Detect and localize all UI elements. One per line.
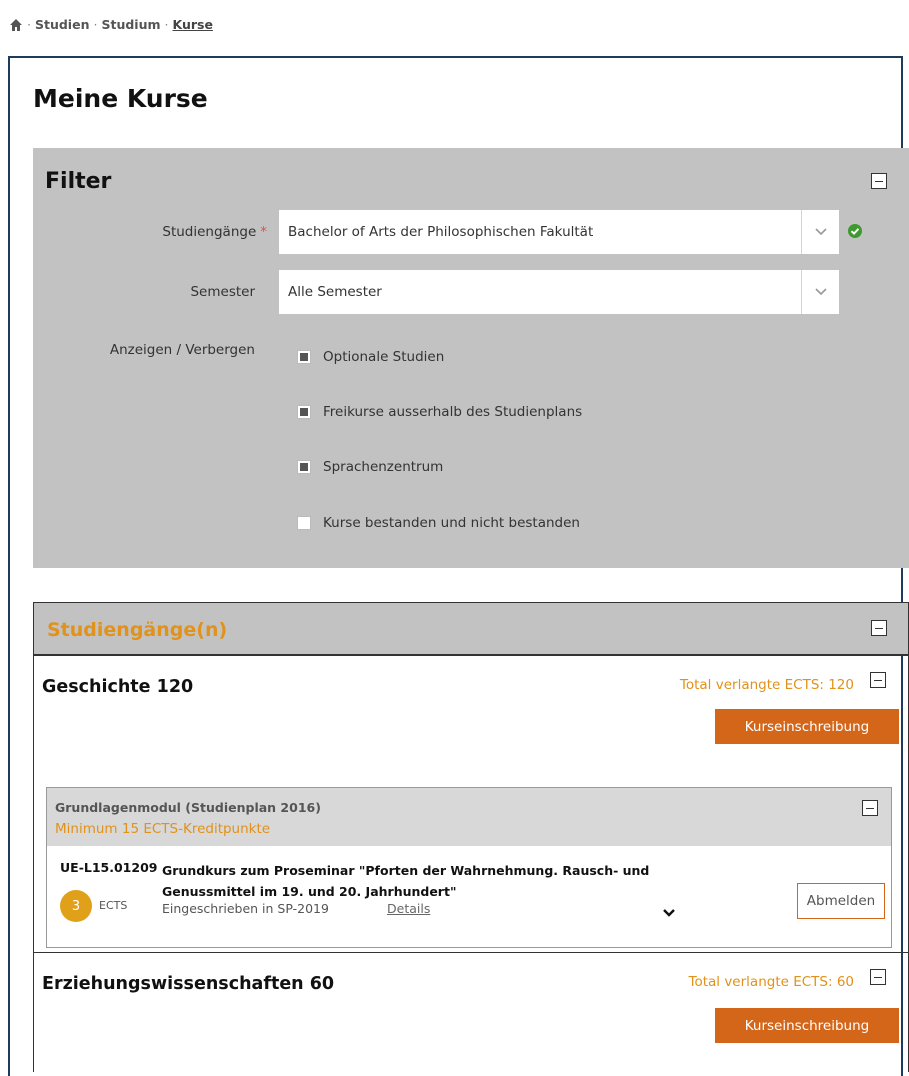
semester-select-value: Alle Semester [288, 284, 382, 300]
chevron-down-icon[interactable] [801, 210, 839, 254]
studiengaenge-label-text: Studiengänge [162, 224, 257, 240]
checkbox-box[interactable] [297, 405, 311, 419]
studiengaenge-select[interactable]: Bachelor of Arts der Philosophischen Fak… [279, 210, 839, 254]
required-marker: * [260, 224, 267, 240]
course-code: UE-L15.01209 [60, 860, 158, 875]
filter-collapse-button[interactable] [871, 173, 887, 189]
breadcrumb-current[interactable]: Kurse [173, 17, 213, 32]
studiengaenge-title: Studiengänge(n) [47, 619, 228, 641]
checkbox-label: Freikurse ausserhalb des Studienplans [323, 404, 583, 420]
program-name: Erziehungswissenschaften 60 [42, 974, 335, 994]
module-title: Grundlagenmodul (Studienplan 2016) [55, 800, 321, 815]
details-link[interactable]: Details [387, 901, 430, 916]
program-geschichte: Geschichte 120 Total verlangte ECTS: 120… [34, 655, 908, 952]
studiengaenge-panel: Studiengänge(n) Geschichte 120 Total ver… [33, 602, 909, 1072]
semester-select[interactable]: Alle Semester [279, 270, 839, 314]
home-icon[interactable] [9, 18, 23, 32]
studiengaenge-select-value: Bachelor of Arts der Philosophischen Fak… [288, 224, 594, 240]
check-circle-icon [848, 224, 862, 238]
enrolled-status: Eingeschrieben in SP-2019 [162, 901, 329, 916]
unsubscribe-button[interactable]: Abmelden [797, 883, 885, 919]
chevron-down-icon[interactable] [662, 908, 676, 918]
checkbox-bestanden[interactable]: Kurse bestanden und nicht bestanden [297, 515, 580, 531]
studiengaenge-label: Studiengänge * [93, 224, 267, 240]
enroll-button[interactable]: Kurseinschreibung [715, 709, 899, 744]
module-collapse-button[interactable] [862, 800, 878, 816]
filter-panel: Filter Studiengänge * Bachelor of Arts de… [33, 148, 909, 568]
breadcrumb: · Studien · Studium · Kurse [9, 17, 213, 32]
checkbox-optionale-studien[interactable]: Optionale Studien [297, 349, 444, 365]
checkbox-box[interactable] [297, 516, 311, 530]
studiengaenge-collapse-button[interactable] [871, 620, 887, 636]
ects-total: Total verlangte ECTS: 60 [688, 974, 855, 990]
studiengaenge-header: Studiengänge(n) [34, 603, 908, 655]
program-collapse-button[interactable] [870, 969, 886, 985]
breadcrumb-separator: · [164, 17, 169, 32]
checkbox-label: Optionale Studien [323, 349, 445, 365]
show-hide-label: Anzeigen / Verbergen [109, 342, 255, 358]
breadcrumb-studien[interactable]: Studien [35, 17, 90, 32]
module-header: Grundlagenmodul (Studienplan 2016) Minim… [47, 788, 891, 846]
page-title: Meine Kurse [33, 84, 208, 113]
chevron-down-icon[interactable] [801, 270, 839, 314]
semester-label: Semester [190, 284, 255, 300]
program-erziehungswissenschaften: Erziehungswissenschaften 60 Total verlan… [34, 952, 908, 1073]
module-grundlagenmodul: Grundlagenmodul (Studienplan 2016) Minim… [46, 787, 892, 948]
ects-total: Total verlangte ECTS: 120 [679, 677, 854, 693]
checkbox-label: Kurse bestanden und nicht bestanden [323, 515, 580, 531]
checkbox-label: Sprachenzentrum [323, 459, 444, 475]
breadcrumb-separator: · [93, 17, 98, 32]
course-title: Grundkurs zum Proseminar "Pforten der Wa… [162, 863, 650, 899]
program-collapse-button[interactable] [870, 672, 886, 688]
breadcrumb-studium[interactable]: Studium [101, 17, 160, 32]
checkbox-sprachenzentrum[interactable]: Sprachenzentrum [297, 459, 443, 475]
checkbox-freikurse[interactable]: Freikurse ausserhalb des Studienplans [297, 404, 582, 420]
ects-label: ECTS [99, 899, 128, 912]
checkbox-box[interactable] [297, 460, 311, 474]
breadcrumb-separator: · [27, 17, 31, 32]
program-name: Geschichte 120 [42, 677, 194, 697]
module-minimum: Minimum 15 ECTS-Kreditpunkte [55, 821, 271, 837]
ects-badge: 3 [60, 890, 92, 922]
checkbox-box[interactable] [297, 350, 311, 364]
enroll-button[interactable]: Kurseinschreibung [715, 1008, 899, 1043]
filter-title: Filter [45, 169, 112, 194]
